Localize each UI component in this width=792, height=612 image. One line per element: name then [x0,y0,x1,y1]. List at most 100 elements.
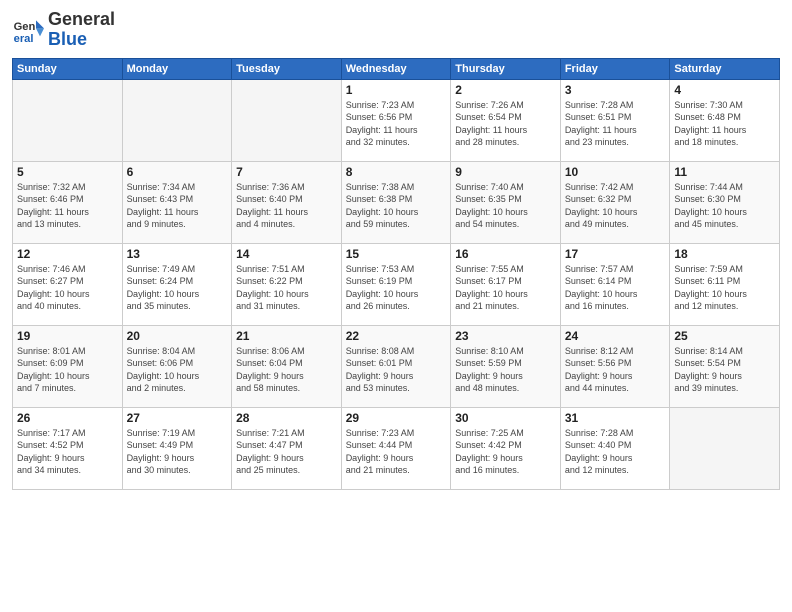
empty-cell [122,79,232,161]
day-cell-24: 24 Sunrise: 8:12 AM Sunset: 5:56 PM Dayli… [560,325,670,407]
day-number: 21 [236,329,337,343]
day-cell-14: 14Sunrise: 7:51 AM Sunset: 6:22 PM Dayli… [232,243,342,325]
logo-icon: Gen eral [12,14,44,46]
day-number: 3 [565,83,666,97]
day-info: Sunrise: 7:28 AM Sunset: 4:40 PM Dayligh… [565,427,666,477]
day-number: 9 [455,165,556,179]
day-info: Sunrise: 7:30 AM Sunset: 6:48 PM Dayligh… [674,99,775,149]
day-cell-23: 23 Sunrise: 8:10 AM Sunset: 5:59 PM Dayli… [451,325,561,407]
day-number: 1 [346,83,447,97]
day-cell-8: 8Sunrise: 7:38 AM Sunset: 6:38 PM Daylig… [341,161,451,243]
day-cell-18: 18 Sunrise: 7:59 AM Sunset: 6:11 PM Dayli… [670,243,780,325]
day-info: Sunrise: 7:32 AM Sunset: 6:46 PM Dayligh… [17,181,118,231]
day-cell-19: 19Sunrise: 8:01 AM Sunset: 6:09 PM Dayli… [13,325,123,407]
day-cell-2: 2 Sunrise: 7:26 AM Sunset: 6:54 PM Daylig… [451,79,561,161]
day-info: Sunrise: 7:19 AM Sunset: 4:49 PM Dayligh… [127,427,228,477]
day-cell-29: 29 Sunrise: 7:23 AM Sunset: 4:44 PM Dayli… [341,407,451,489]
day-info: Sunrise: 7:23 AM Sunset: 4:44 PM Dayligh… [346,427,447,477]
day-cell-10: 10 Sunrise: 7:42 AM Sunset: 6:32 PM Dayli… [560,161,670,243]
day-number: 28 [236,411,337,425]
day-number: 10 [565,165,666,179]
day-cell-31: 31 Sunrise: 7:28 AM Sunset: 4:40 PM Dayli… [560,407,670,489]
day-number: 2 [455,83,556,97]
day-info: Sunrise: 7:36 AM Sunset: 6:40 PM Dayligh… [236,181,337,231]
week-row-5: 26Sunrise: 7:17 AM Sunset: 4:52 PM Dayli… [13,407,780,489]
day-number: 22 [346,329,447,343]
day-cell-17: 17 Sunrise: 7:57 AM Sunset: 6:14 PM Dayli… [560,243,670,325]
header-thursday: Thursday [451,58,561,79]
day-cell-27: 27 Sunrise: 7:19 AM Sunset: 4:49 PM Dayli… [122,407,232,489]
day-info: Sunrise: 7:51 AM Sunset: 6:22 PM Dayligh… [236,263,337,313]
day-number: 18 [674,247,775,261]
day-number: 20 [127,329,228,343]
day-number: 17 [565,247,666,261]
day-info: Sunrise: 7:40 AM Sunset: 6:35 PM Dayligh… [455,181,556,231]
day-number: 26 [17,411,118,425]
day-info: Sunrise: 7:46 AM Sunset: 6:27 PM Dayligh… [17,263,118,313]
day-cell-6: 6 Sunrise: 7:34 AM Sunset: 6:43 PM Daylig… [122,161,232,243]
day-info: Sunrise: 8:12 AM Sunset: 5:56 PM Dayligh… [565,345,666,395]
day-cell-11: 11 Sunrise: 7:44 AM Sunset: 6:30 PM Dayli… [670,161,780,243]
logo: Gen eral General Blue [12,10,115,50]
day-cell-4: 4 Sunrise: 7:30 AM Sunset: 6:48 PM Daylig… [670,79,780,161]
day-info: Sunrise: 7:49 AM Sunset: 6:24 PM Dayligh… [127,263,228,313]
day-info: Sunrise: 7:34 AM Sunset: 6:43 PM Dayligh… [127,181,228,231]
header-monday: Monday [122,58,232,79]
header-row: SundayMondayTuesdayWednesdayThursdayFrid… [13,58,780,79]
day-cell-28: 28 Sunrise: 7:21 AM Sunset: 4:47 PM Dayli… [232,407,342,489]
day-number: 25 [674,329,775,343]
day-cell-12: 12 Sunrise: 7:46 AM Sunset: 6:27 PM Dayli… [13,243,123,325]
day-number: 29 [346,411,447,425]
day-info: Sunrise: 7:59 AM Sunset: 6:11 PM Dayligh… [674,263,775,313]
day-cell-15: 15Sunrise: 7:53 AM Sunset: 6:19 PM Dayli… [341,243,451,325]
day-number: 4 [674,83,775,97]
day-cell-21: 21 Sunrise: 8:06 AM Sunset: 6:04 PM Dayli… [232,325,342,407]
day-cell-22: 22 Sunrise: 8:08 AM Sunset: 6:01 PM Dayli… [341,325,451,407]
svg-text:eral: eral [14,33,34,45]
day-cell-26: 26Sunrise: 7:17 AM Sunset: 4:52 PM Dayli… [13,407,123,489]
day-info: Sunrise: 8:08 AM Sunset: 6:01 PM Dayligh… [346,345,447,395]
calendar-table: SundayMondayTuesdayWednesdayThursdayFrid… [12,58,780,490]
day-number: 6 [127,165,228,179]
day-number: 5 [17,165,118,179]
header-sunday: Sunday [13,58,123,79]
day-cell-3: 3 Sunrise: 7:28 AM Sunset: 6:51 PM Daylig… [560,79,670,161]
day-info: Sunrise: 7:42 AM Sunset: 6:32 PM Dayligh… [565,181,666,231]
week-row-1: 1 Sunrise: 7:23 AM Sunset: 6:56 PM Daylig… [13,79,780,161]
day-number: 11 [674,165,775,179]
day-number: 27 [127,411,228,425]
day-info: Sunrise: 7:53 AM Sunset: 6:19 PM Dayligh… [346,263,447,313]
empty-cell [232,79,342,161]
day-info: Sunrise: 7:28 AM Sunset: 6:51 PM Dayligh… [565,99,666,149]
day-number: 13 [127,247,228,261]
day-info: Sunrise: 8:01 AM Sunset: 6:09 PM Dayligh… [17,345,118,395]
day-cell-16: 16Sunrise: 7:55 AM Sunset: 6:17 PM Dayli… [451,243,561,325]
empty-cell [670,407,780,489]
day-info: Sunrise: 7:44 AM Sunset: 6:30 PM Dayligh… [674,181,775,231]
day-info: Sunrise: 7:38 AM Sunset: 6:38 PM Dayligh… [346,181,447,231]
page-header: Gen eral General Blue [12,10,780,50]
week-row-3: 12 Sunrise: 7:46 AM Sunset: 6:27 PM Dayli… [13,243,780,325]
day-cell-7: 7Sunrise: 7:36 AM Sunset: 6:40 PM Daylig… [232,161,342,243]
empty-cell [13,79,123,161]
header-friday: Friday [560,58,670,79]
day-cell-13: 13 Sunrise: 7:49 AM Sunset: 6:24 PM Dayli… [122,243,232,325]
day-info: Sunrise: 7:26 AM Sunset: 6:54 PM Dayligh… [455,99,556,149]
day-info: Sunrise: 8:14 AM Sunset: 5:54 PM Dayligh… [674,345,775,395]
day-info: Sunrise: 8:06 AM Sunset: 6:04 PM Dayligh… [236,345,337,395]
day-number: 24 [565,329,666,343]
day-info: Sunrise: 7:21 AM Sunset: 4:47 PM Dayligh… [236,427,337,477]
day-cell-25: 25 Sunrise: 8:14 AM Sunset: 5:54 PM Dayli… [670,325,780,407]
day-number: 23 [455,329,556,343]
day-info: Sunrise: 7:23 AM Sunset: 6:56 PM Dayligh… [346,99,447,149]
day-number: 16 [455,247,556,261]
header-tuesday: Tuesday [232,58,342,79]
day-info: Sunrise: 8:10 AM Sunset: 5:59 PM Dayligh… [455,345,556,395]
day-cell-1: 1 Sunrise: 7:23 AM Sunset: 6:56 PM Daylig… [341,79,451,161]
day-info: Sunrise: 7:57 AM Sunset: 6:14 PM Dayligh… [565,263,666,313]
day-cell-9: 9 Sunrise: 7:40 AM Sunset: 6:35 PM Daylig… [451,161,561,243]
day-number: 30 [455,411,556,425]
day-number: 12 [17,247,118,261]
day-cell-20: 20Sunrise: 8:04 AM Sunset: 6:06 PM Dayli… [122,325,232,407]
day-number: 31 [565,411,666,425]
